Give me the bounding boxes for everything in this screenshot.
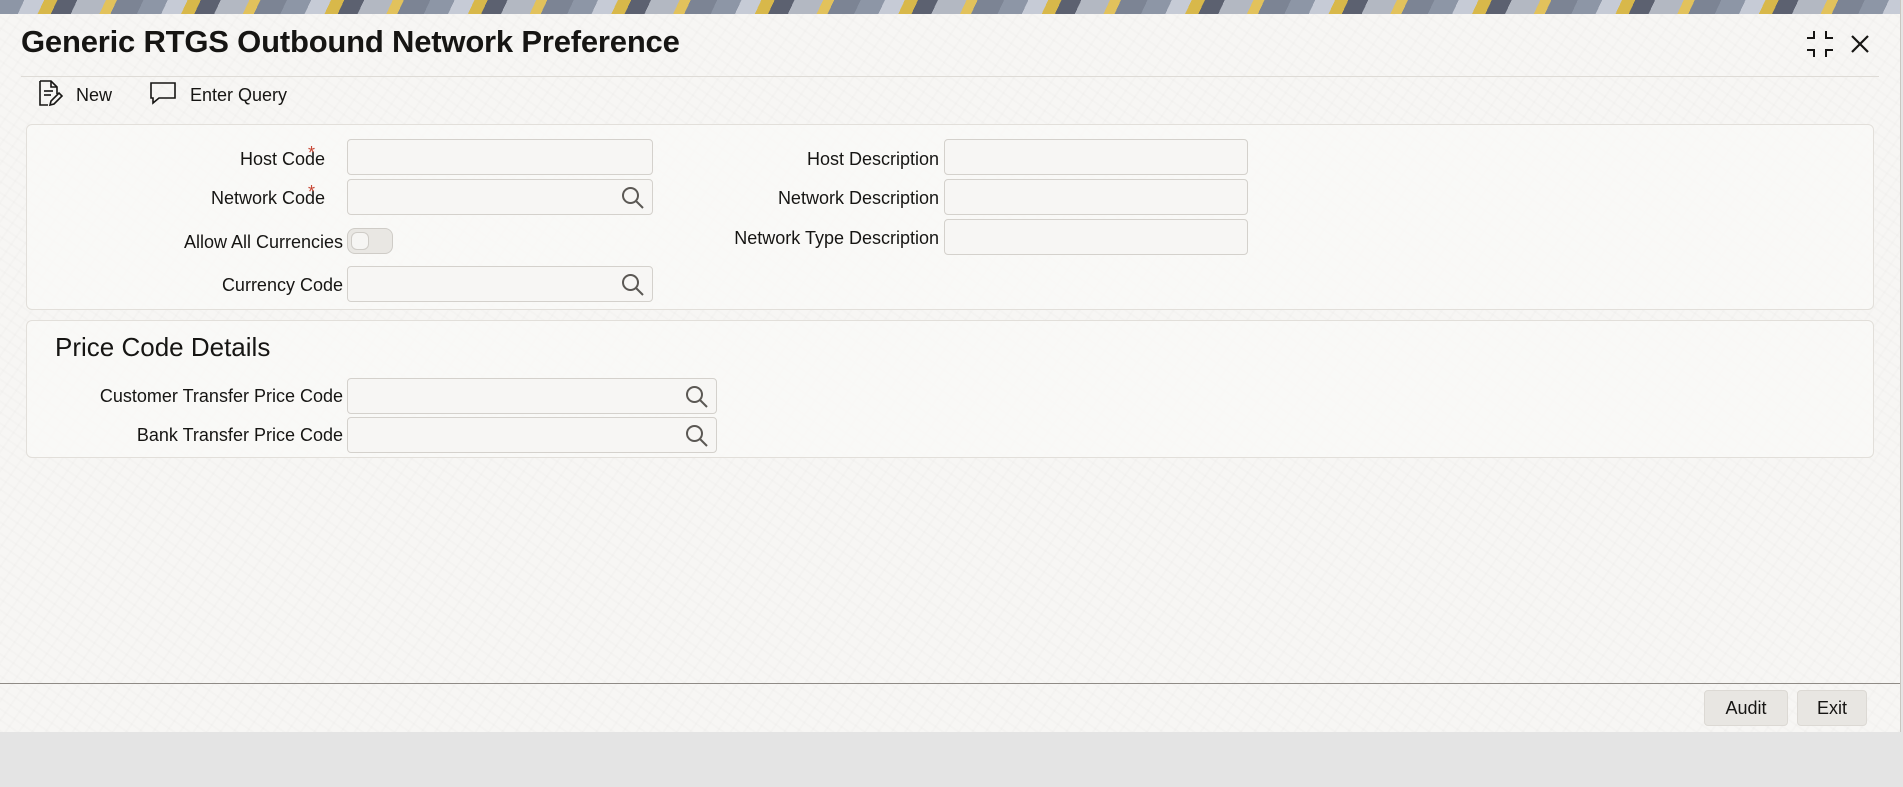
new-document-icon (34, 78, 76, 113)
search-icon[interactable] (684, 384, 710, 410)
customer-transfer-price-code-input[interactable] (348, 379, 716, 413)
host-code-field[interactable] (347, 139, 653, 175)
customer-transfer-price-code-label: Customer Transfer Price Code (99, 386, 343, 406)
bank-transfer-price-code-label: Bank Transfer Price Code (136, 425, 343, 445)
enter-query-button[interactable]: Enter Query (148, 79, 287, 111)
customer-transfer-price-code-field[interactable] (347, 378, 717, 414)
search-icon[interactable] (620, 272, 646, 298)
host-code-required-marker: * (308, 143, 316, 163)
host-description-field[interactable] (944, 139, 1248, 175)
page-title: Generic RTGS Outbound Network Preference (21, 24, 680, 59)
currency-code-input[interactable] (348, 267, 652, 301)
search-icon[interactable] (684, 423, 710, 449)
host-code-input[interactable] (348, 140, 652, 174)
status-bar (0, 733, 1903, 787)
network-code-field[interactable] (347, 179, 653, 215)
new-button[interactable]: New (34, 79, 112, 111)
footer-divider (0, 683, 1900, 684)
host-description-label: Host Description (806, 149, 939, 169)
network-type-description-field[interactable] (944, 219, 1248, 255)
allow-all-currencies-label: Allow All Currencies (183, 232, 343, 252)
header-banner (0, 0, 1900, 14)
price-code-details-panel: Price Code Details Customer Transfer Pri… (26, 320, 1874, 458)
audit-button[interactable]: Audit (1704, 690, 1788, 726)
currency-code-field[interactable] (347, 266, 653, 302)
enter-query-label: Enter Query (190, 84, 288, 105)
toolbar-divider (21, 76, 1879, 77)
main-details-panel: Host Code * Network Code * Allow All Cur… (26, 124, 1874, 310)
network-type-description-label: Network Type Description (734, 228, 939, 248)
network-type-description-input[interactable] (945, 220, 1247, 254)
collapse-icon[interactable] (1804, 28, 1836, 60)
host-description-input[interactable] (945, 140, 1247, 174)
search-icon[interactable] (620, 185, 646, 211)
section-title: Price Code Details (55, 332, 271, 362)
speech-bubble-icon (148, 78, 190, 113)
toggle-knob (351, 232, 369, 250)
network-description-field[interactable] (944, 179, 1248, 215)
network-code-required-marker: * (308, 182, 316, 202)
network-code-input[interactable] (348, 180, 652, 214)
close-icon[interactable] (1844, 28, 1876, 60)
allow-all-currencies-toggle[interactable] (347, 228, 393, 254)
network-description-input[interactable] (945, 180, 1247, 214)
main-window: Generic RTGS Outbound Network Preference… (0, 0, 1901, 732)
currency-code-label: Currency Code (221, 275, 343, 295)
bank-transfer-price-code-field[interactable] (347, 417, 717, 453)
bank-transfer-price-code-input[interactable] (348, 418, 716, 452)
new-label: New (76, 84, 113, 105)
network-description-label: Network Description (777, 188, 939, 208)
exit-button[interactable]: Exit (1797, 690, 1867, 726)
